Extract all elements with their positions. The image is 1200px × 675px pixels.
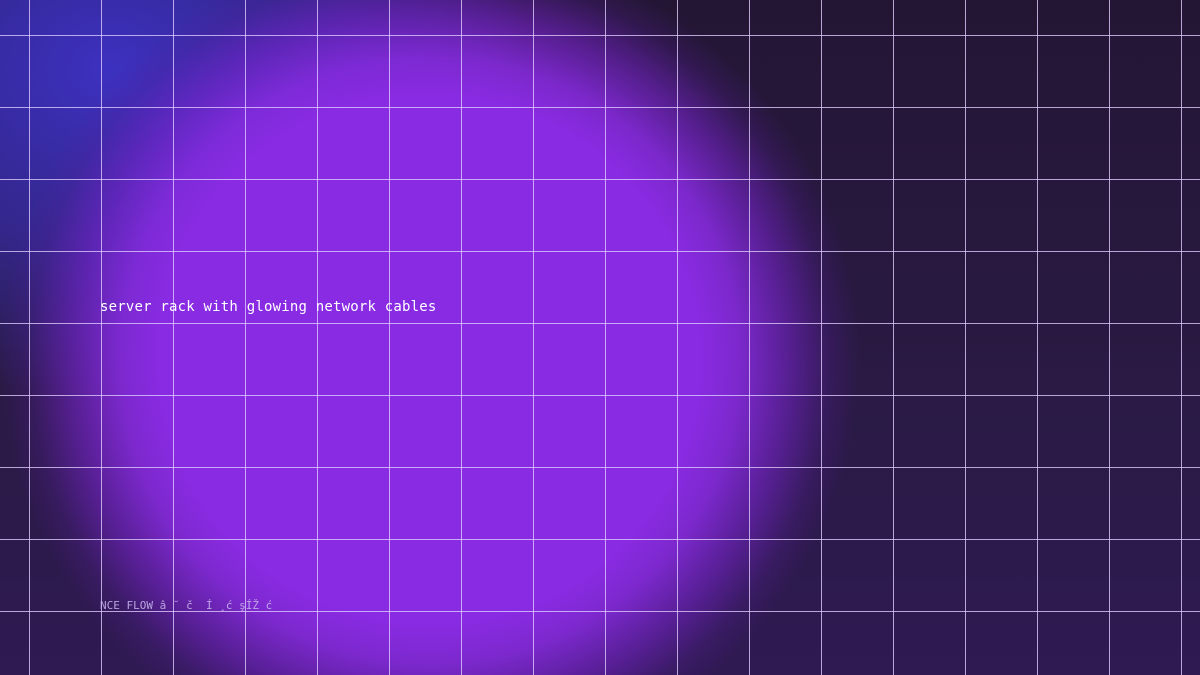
image-caption: server rack with glowing network cables [100, 299, 437, 315]
grid-overlay [0, 0, 1200, 675]
tagline-text: NCE FLOW â ˘ č Í ¸ć şÍŽ ć [100, 599, 273, 612]
